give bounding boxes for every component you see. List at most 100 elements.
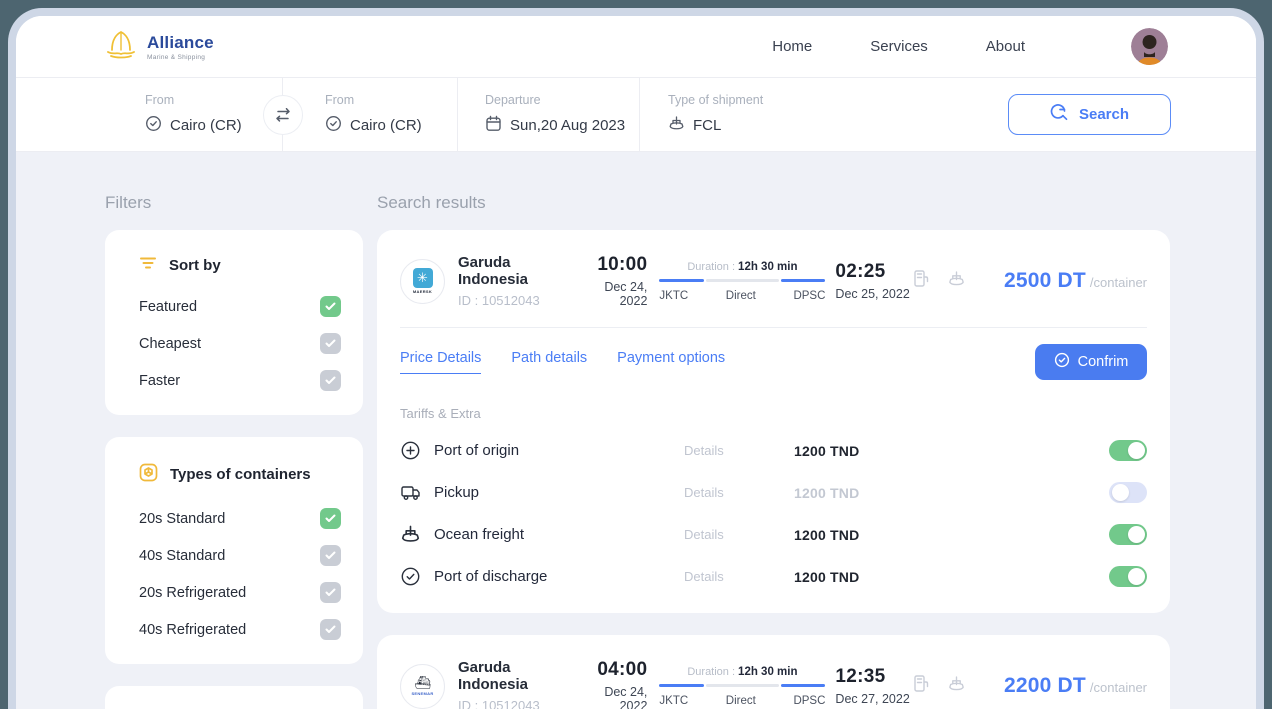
container-types-title: Types of containers	[170, 466, 311, 483]
departure-time: 10:00	[581, 254, 647, 276]
price-block: 2500 DT/container	[1004, 269, 1147, 293]
tariff-price: 1200 TND	[794, 485, 934, 501]
nav-services[interactable]: Services	[870, 38, 928, 55]
tariff-label: Ocean freight	[434, 526, 684, 543]
departure-time-block: 04:00 Dec 24, 2022	[581, 659, 647, 709]
price-unit: /container	[1090, 275, 1147, 290]
confirm-button-label: Confrim	[1078, 354, 1129, 370]
shipment-type-field[interactable]: Type of shipment FCL	[640, 78, 800, 151]
duration-label: Duration :	[687, 666, 735, 678]
option-label: 20s Standard	[139, 511, 225, 527]
departure-date: Dec 24, 2022	[581, 280, 647, 308]
arrival-time: 02:25	[835, 261, 913, 283]
sort-icon	[139, 256, 157, 274]
40s-refrigerated-checkbox[interactable]	[320, 619, 341, 640]
calendar-icon	[485, 115, 502, 136]
details-link[interactable]: Details	[684, 485, 794, 500]
details-link[interactable]: Details	[684, 443, 794, 458]
arrival-time-block: 12:35 Dec 27, 2022	[835, 666, 913, 706]
ship-icon	[668, 115, 685, 136]
carrier-id: ID : 10512043	[458, 698, 581, 709]
tariff-label: Port of discharge	[434, 568, 684, 585]
departure-field-label: Departure	[485, 93, 639, 107]
ocean-freight-toggle[interactable]	[1109, 524, 1147, 545]
origin-port-code: JKTC	[659, 695, 688, 707]
container-option-20s-standard: 20s Standard	[139, 508, 341, 529]
option-label: 20s Refrigerated	[139, 585, 246, 601]
tab-payment-options[interactable]: Payment options	[617, 350, 725, 374]
departure-time: 04:00	[581, 659, 647, 681]
arrival-time-block: 02:25 Dec 25, 2022	[835, 261, 913, 301]
brand-name: Alliance	[147, 33, 214, 53]
departure-field[interactable]: Departure Sun,20 Aug 2023	[458, 78, 640, 151]
destination-port-code: DPSC	[793, 290, 825, 302]
brand-logo[interactable]: Alliance Marine & Shipping	[104, 29, 214, 64]
route-line	[659, 279, 825, 283]
20s-refrigerated-checkbox[interactable]	[320, 582, 341, 603]
filters-heading: Filters	[105, 193, 363, 213]
carrier-logo: ⛴ SENEMAR	[400, 664, 445, 709]
carrier-logo-caption: SENEMAR	[411, 691, 433, 696]
tab-price-details[interactable]: Price Details	[400, 350, 481, 374]
detail-tabs: Price Details Path details Payment optio…	[400, 350, 725, 374]
destination-field[interactable]: From Cairo (CR)	[283, 78, 458, 151]
confirm-button[interactable]: Confrim	[1035, 344, 1147, 380]
arrival-date: Dec 27, 2022	[835, 692, 913, 706]
carrier-logo: ✳ MAERSK	[400, 259, 445, 304]
tariff-row-pickup: Pickup Details 1200 TND	[400, 480, 1147, 505]
duration-value: 12h 30 min	[738, 666, 797, 678]
tariff-price: 1200 TND	[794, 569, 934, 585]
option-label: 40s Refrigerated	[139, 622, 246, 638]
faster-checkbox[interactable]	[320, 370, 341, 391]
route-timeline: Duration :12h 30 min JKTC Direct DPSC	[659, 261, 825, 302]
carrier-logo-caption: MAERSK	[413, 289, 432, 294]
option-label: Featured	[139, 299, 197, 315]
tariff-price: 1200 TND	[794, 527, 934, 543]
option-label: Cheapest	[139, 336, 201, 352]
nav-home[interactable]: Home	[772, 38, 812, 55]
details-link[interactable]: Details	[684, 569, 794, 584]
tariff-row-port-of-discharge: Port of discharge Details 1200 TND	[400, 564, 1147, 589]
arrival-time: 12:35	[835, 666, 913, 688]
carrier-id: ID : 10512043	[458, 293, 581, 308]
check-circle-icon	[1054, 352, 1070, 372]
search-button[interactable]: Search	[1008, 94, 1171, 135]
tab-path-details[interactable]: Path details	[511, 350, 587, 374]
departure-time-block: 10:00 Dec 24, 2022	[581, 254, 647, 308]
destination-field-label: From	[325, 93, 457, 107]
arrival-date: Dec 25, 2022	[835, 287, 913, 301]
brand-tagline: Marine & Shipping	[147, 54, 214, 61]
featured-checkbox[interactable]	[320, 296, 341, 317]
shipment-type-value: FCL	[693, 117, 721, 134]
40s-standard-checkbox[interactable]	[320, 545, 341, 566]
destination-port-code: DPSC	[793, 695, 825, 707]
origin-port-code: JKTC	[659, 290, 688, 302]
user-avatar[interactable]	[1131, 28, 1168, 65]
nav-about[interactable]: About	[986, 38, 1025, 55]
details-link[interactable]: Details	[684, 527, 794, 542]
filters-sidebar: Filters Sort by Featured	[105, 193, 363, 709]
result-header: ⛴ SENEMAR Garuda Indonesia ID : 10512043…	[400, 655, 1147, 709]
container-option-20s-refrigerated: 20s Refrigerated	[139, 582, 341, 603]
port-of-discharge-toggle[interactable]	[1109, 566, 1147, 587]
pickup-toggle[interactable]	[1109, 482, 1147, 503]
result-card: ⛴ SENEMAR Garuda Indonesia ID : 10512043…	[377, 635, 1170, 709]
price-block: 2200 DT/container	[1004, 674, 1147, 698]
port-of-origin-toggle[interactable]	[1109, 440, 1147, 461]
departure-date: Dec 24, 2022	[581, 685, 647, 709]
destination-field-value: Cairo (CR)	[350, 117, 422, 134]
main-content: Filters Sort by Featured	[16, 152, 1256, 709]
20s-standard-checkbox[interactable]	[320, 508, 341, 529]
tariff-label: Pickup	[434, 484, 684, 501]
app-window: Alliance Marine & Shipping Home Services…	[16, 16, 1256, 709]
container-icon	[139, 463, 158, 486]
shipment-type-label: Type of shipment	[668, 93, 800, 107]
ship-icon	[400, 524, 424, 545]
sort-by-title: Sort by	[169, 257, 221, 274]
cheapest-checkbox[interactable]	[320, 333, 341, 354]
location-icon	[145, 115, 162, 136]
carrier-name: Garuda Indonesia	[458, 254, 581, 288]
sort-by-card: Sort by Featured Cheapest Faster	[105, 230, 363, 415]
price-value: 2500 DT	[1004, 269, 1086, 292]
swap-locations-button[interactable]	[263, 95, 303, 135]
